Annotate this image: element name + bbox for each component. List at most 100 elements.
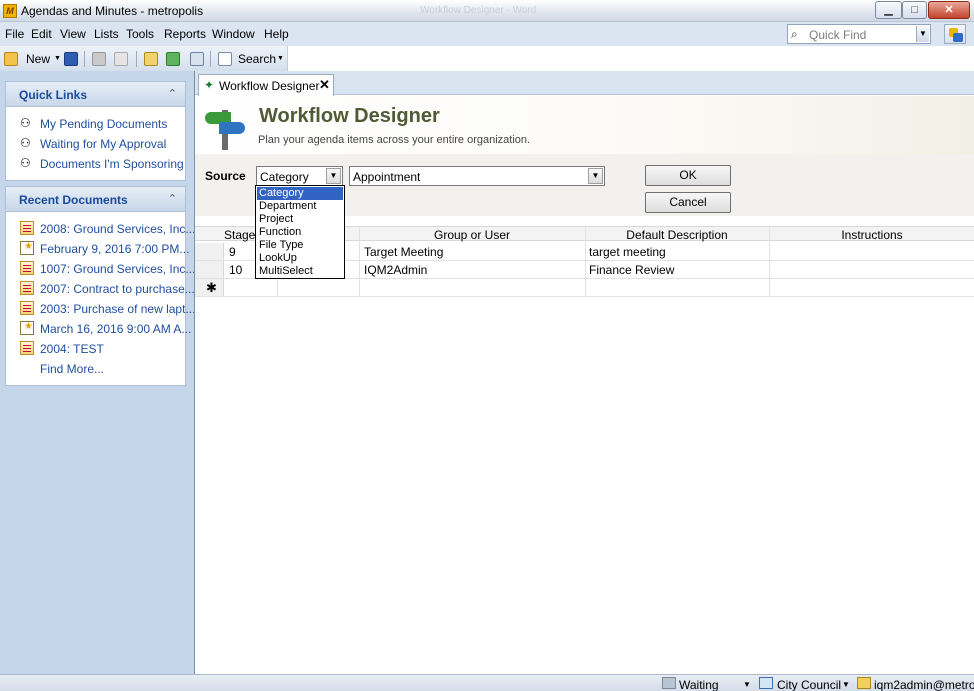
source-type-value: Category — [260, 170, 309, 184]
recent-doc-item[interactable]: 1007: Ground Services, Inc... — [40, 262, 195, 276]
dropdown-option-category[interactable]: Category — [257, 187, 343, 200]
quick-links-panel: Quick Links ⌃ ⚇ My Pending Documents ⚇ W… — [5, 81, 186, 181]
recent-documents-title: Recent Documents — [19, 193, 128, 207]
status-dropdown-icon[interactable]: ▼ — [743, 680, 751, 689]
quick-links-title: Quick Links — [19, 88, 88, 102]
quick-link-sponsoring[interactable]: Documents I'm Sponsoring — [40, 157, 184, 171]
close-button[interactable]: ✕ — [928, 1, 970, 19]
chevron-down-icon[interactable]: ▼ — [326, 168, 341, 184]
council-selector[interactable]: City Council — [777, 678, 841, 691]
dropdown-option-function[interactable]: Function — [257, 226, 343, 239]
document-icon — [20, 261, 34, 275]
quick-links-header[interactable]: Quick Links ⌃ — [6, 82, 185, 107]
save-icon[interactable] — [64, 52, 78, 66]
quick-find-box[interactable]: ⌕ Quick Find ▼ — [787, 24, 931, 44]
people-icon: ⚇ — [20, 156, 31, 170]
council-dropdown-icon[interactable]: ▼ — [842, 680, 850, 689]
menu-edit[interactable]: Edit — [31, 27, 52, 41]
quick-link-pending[interactable]: My Pending Documents — [40, 117, 167, 131]
collapse-icon[interactable]: ⌃ — [168, 87, 177, 100]
cell-group[interactable]: Target Meeting — [364, 245, 443, 259]
cell-description[interactable]: Finance Review — [589, 263, 674, 277]
menu-tools[interactable]: Tools — [126, 27, 154, 41]
print-icon[interactable] — [92, 52, 106, 66]
signpost-icon: ✦ — [204, 78, 215, 92]
recent-doc-item[interactable]: February 9, 2016 7:00 PM... — [40, 242, 189, 256]
minimize-button[interactable]: ▁ — [875, 1, 902, 19]
document-icon — [20, 341, 34, 355]
title-bar: M Agendas and Minutes - metropolis Workf… — [0, 0, 974, 22]
ghost-title: Workflow Designer - Word — [420, 5, 537, 16]
quick-link-waiting[interactable]: Waiting for My Approval — [40, 137, 166, 151]
column-divider — [769, 226, 770, 297]
column-header-group[interactable]: Group or User — [359, 228, 585, 242]
recent-documents-header[interactable]: Recent Documents ⌃ — [6, 187, 185, 212]
page-header: Workflow Designer Plan your agenda items… — [195, 96, 974, 154]
menu-file[interactable]: File — [5, 27, 24, 41]
search-dropdown-icon[interactable]: ▼ — [277, 55, 284, 62]
row-selector[interactable] — [195, 243, 224, 260]
toolbar-separator — [136, 51, 137, 67]
cell-description[interactable]: target meeting — [589, 245, 666, 259]
recent-doc-item[interactable]: 2007: Contract to purchase... — [40, 282, 195, 296]
menu-lists[interactable]: Lists — [94, 27, 119, 41]
gems-icon[interactable] — [944, 24, 966, 44]
column-header-stage[interactable]: Stage — [224, 228, 255, 242]
menu-window[interactable]: Window — [212, 27, 255, 41]
binoculars-icon: ⌕ — [791, 27, 798, 41]
tab-strip: ✦ Workflow Designer ✕ — [195, 71, 974, 96]
cell-stage[interactable]: 9 — [229, 245, 236, 259]
user-name[interactable]: iqm2admin@metro... — [874, 678, 974, 691]
find-more-link[interactable]: Find More... — [40, 362, 104, 376]
document-icon — [20, 281, 34, 295]
app-icon: M — [3, 4, 17, 18]
search-button[interactable]: Search — [238, 52, 276, 66]
collapse-icon[interactable]: ⌃ — [168, 192, 177, 205]
network-icon — [759, 677, 773, 689]
refresh-document-icon[interactable] — [144, 52, 158, 66]
recent-doc-item[interactable]: March 16, 2016 9:00 AM A... — [40, 322, 191, 336]
source-item-select[interactable]: Appointment ▼ — [349, 166, 605, 186]
source-type-select[interactable]: Category ▼ — [256, 166, 343, 186]
calendar-icon[interactable] — [190, 52, 204, 66]
source-type-dropdown-list: Category Department Project Function Fil… — [255, 185, 345, 279]
cell-group[interactable]: IQM2Admin — [364, 263, 427, 277]
row-selector[interactable] — [195, 261, 224, 278]
source-label: Source — [205, 169, 246, 183]
dropdown-option-lookup[interactable]: LookUp — [257, 252, 343, 265]
print-preview-icon[interactable] — [114, 52, 128, 66]
people-icon: ⚇ — [20, 136, 31, 150]
recent-doc-item[interactable]: 2008: Ground Services, Inc... — [40, 222, 195, 236]
column-header-instructions[interactable]: Instructions — [769, 228, 974, 242]
recent-documents-panel: Recent Documents ⌃ 2008: Ground Services… — [5, 186, 195, 386]
printer-icon — [662, 677, 676, 689]
new-document-icon — [4, 52, 18, 66]
menu-reports[interactable]: Reports — [164, 27, 206, 41]
dropdown-option-multiselect[interactable]: MultiSelect — [257, 265, 343, 278]
menu-help[interactable]: Help — [264, 27, 289, 41]
document-icon — [20, 301, 34, 315]
chevron-down-icon[interactable]: ▼ — [588, 168, 603, 184]
dropdown-option-department[interactable]: Department — [257, 200, 343, 213]
main-content: ✦ Workflow Designer ✕ Workflow Designer … — [194, 71, 974, 674]
new-button[interactable]: New — [26, 52, 50, 66]
search-icon — [218, 52, 232, 66]
chevron-down-icon[interactable]: ▼ — [916, 26, 929, 42]
document-icon — [20, 221, 34, 235]
cell-stage[interactable]: 10 — [229, 263, 242, 277]
close-tab-icon[interactable]: ✕ — [319, 77, 330, 93]
new-dropdown-icon[interactable]: ▼ — [54, 55, 61, 62]
tab-workflow-designer[interactable]: ✦ Workflow Designer ✕ — [198, 74, 334, 96]
dropdown-option-file-type[interactable]: File Type — [257, 239, 343, 252]
recent-doc-item[interactable]: 2004: TEST — [40, 342, 104, 356]
approve-icon[interactable] — [166, 52, 180, 66]
cancel-button[interactable]: Cancel — [645, 192, 731, 213]
dropdown-option-project[interactable]: Project — [257, 213, 343, 226]
menu-view[interactable]: View — [60, 27, 86, 41]
maximize-button[interactable]: □ — [902, 1, 927, 19]
signpost-icon — [205, 106, 245, 150]
ok-button[interactable]: OK — [645, 165, 731, 186]
calendar-icon — [20, 321, 34, 335]
recent-doc-item[interactable]: 2003: Purchase of new lapt... — [40, 302, 195, 316]
column-header-description[interactable]: Default Description — [585, 228, 769, 242]
